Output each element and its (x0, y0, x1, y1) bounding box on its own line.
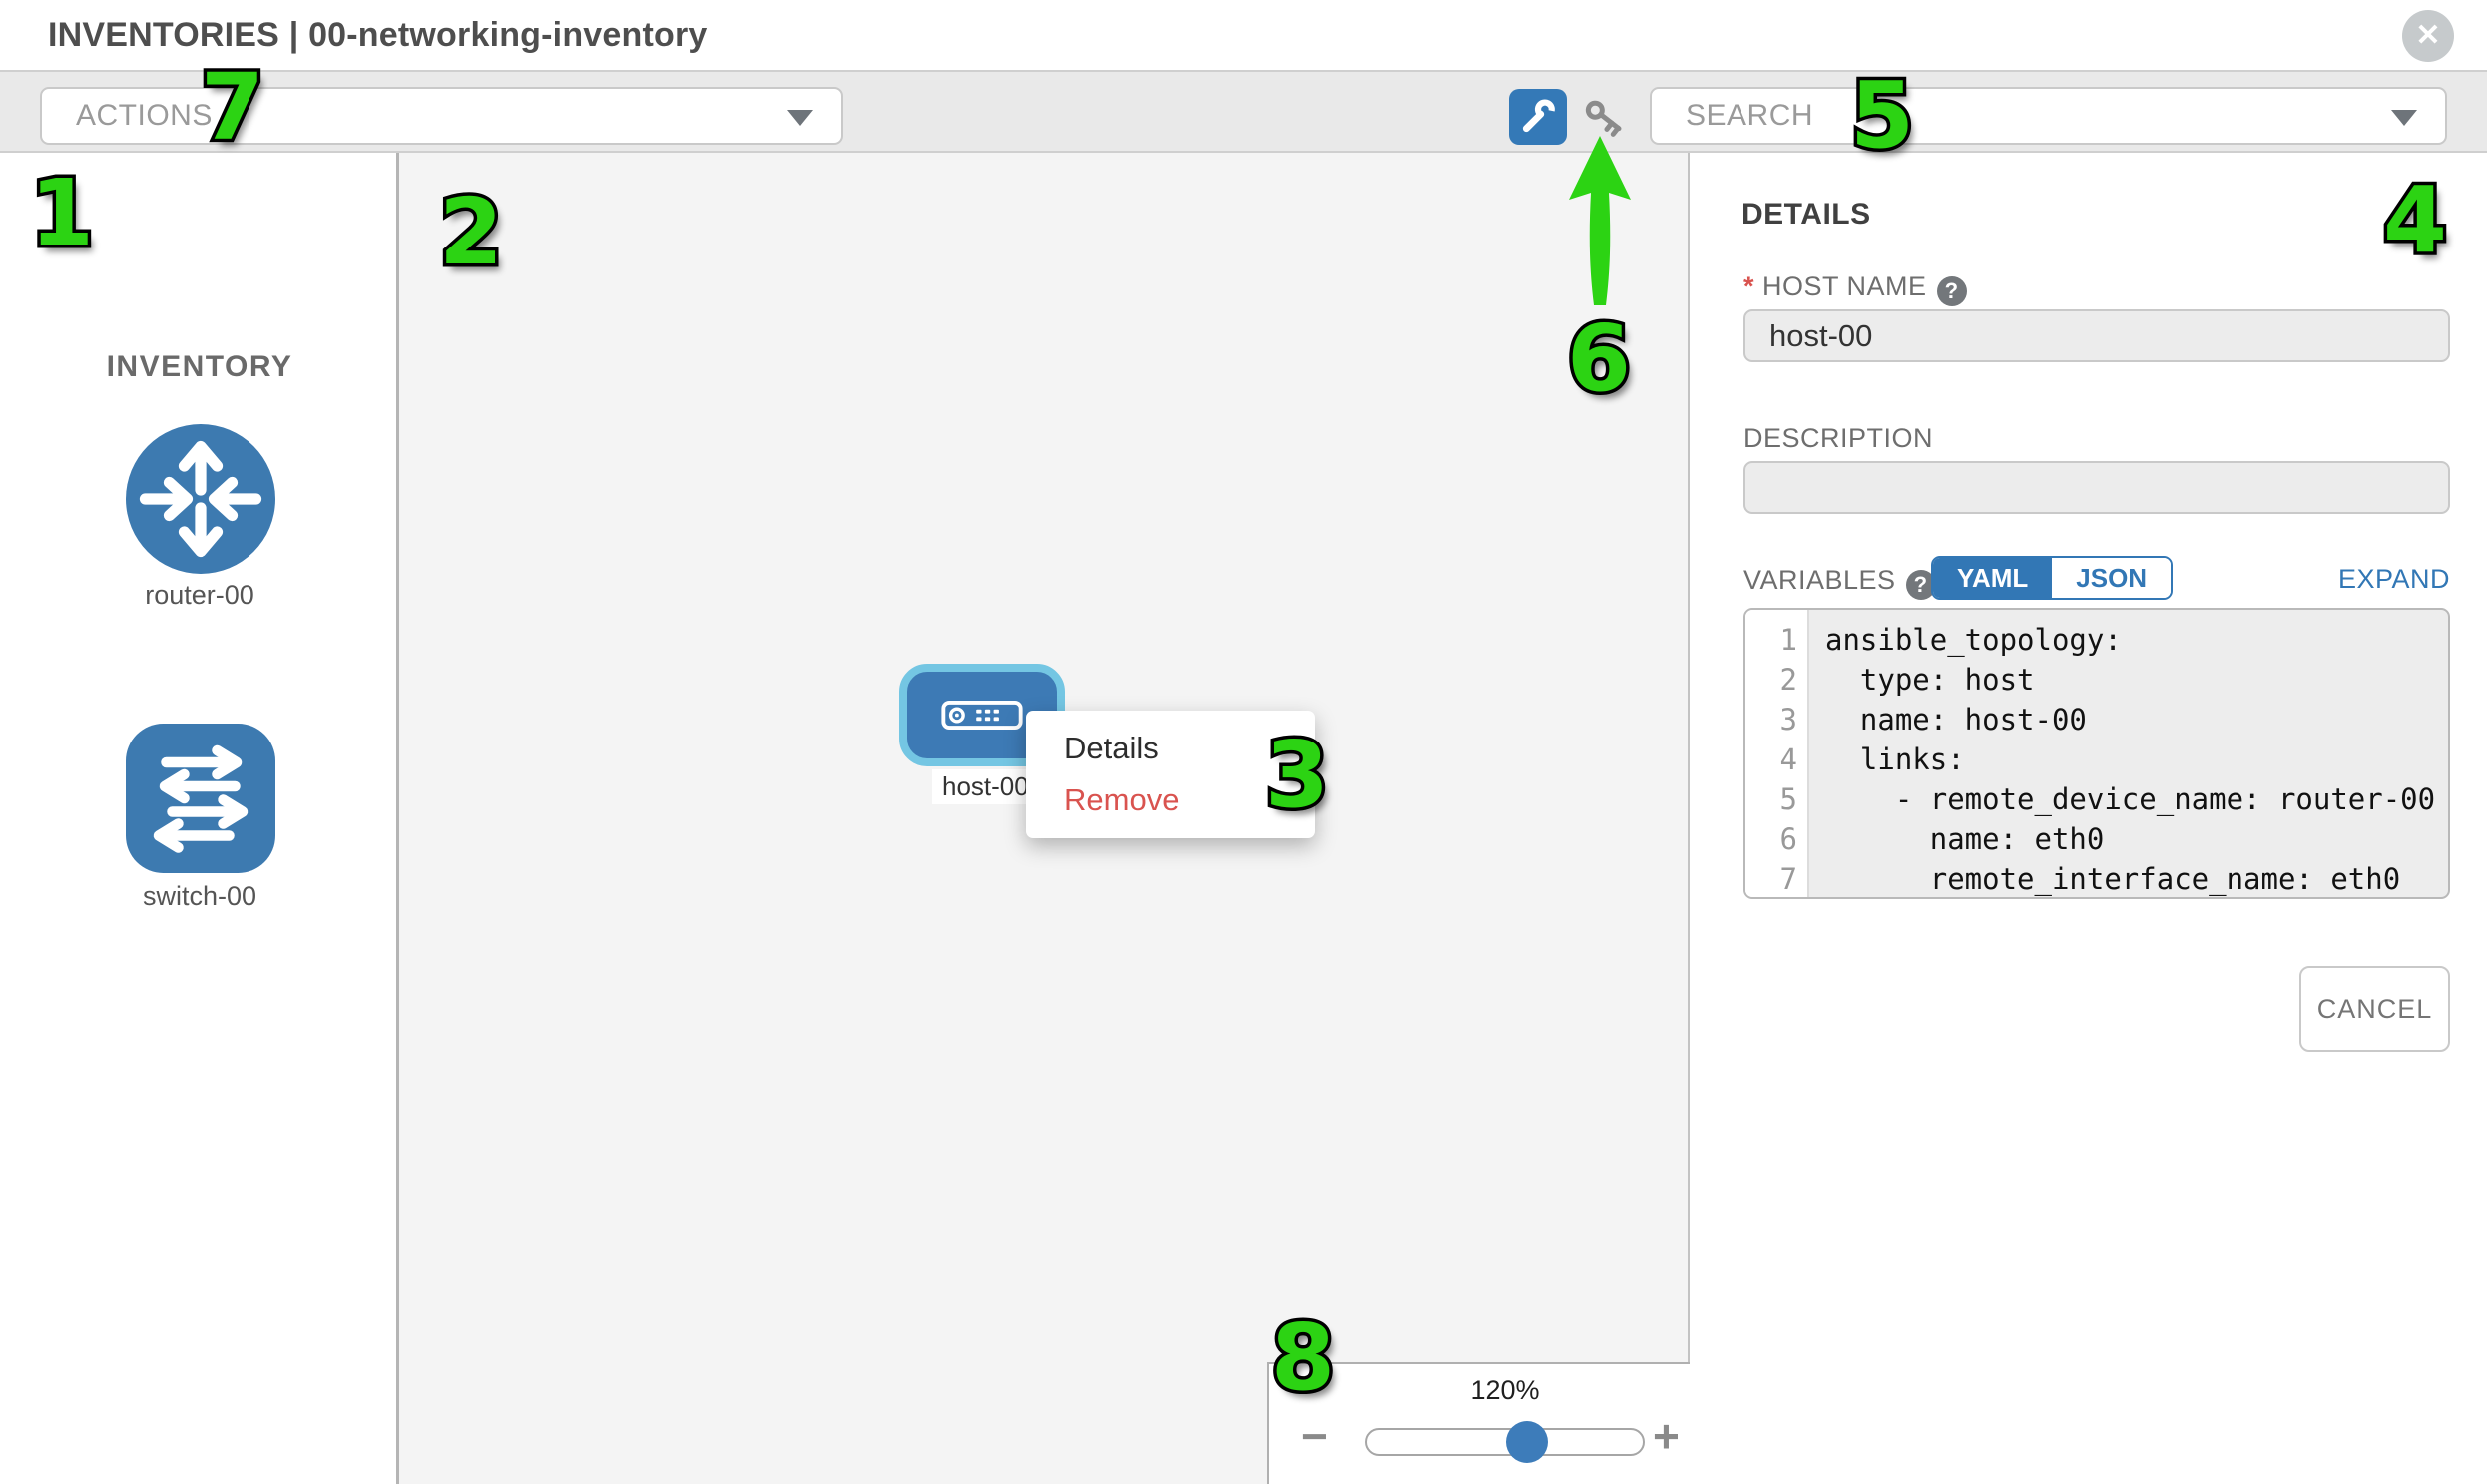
required-asterisk: * (1743, 271, 1754, 301)
key-icon (1580, 93, 1628, 141)
menu-item-details[interactable]: Details (1026, 723, 1315, 774)
actions-dropdown[interactable]: ACTIONS (40, 87, 843, 145)
zoom-in-button[interactable]: + (1653, 1413, 1680, 1459)
page-title: INVENTORIES | 00-networking-inventory (48, 16, 708, 55)
app-window: INVENTORIES | 00-networking-inventory ✕ … (0, 0, 2487, 1484)
router-icon (126, 424, 275, 574)
host-name-input[interactable] (1743, 309, 2450, 362)
header-bar: INVENTORIES | 00-networking-inventory ✕ (0, 0, 2487, 70)
key-button[interactable] (1580, 93, 1628, 141)
actions-placeholder: ACTIONS (76, 99, 213, 133)
code-line: remote_interface_name: eth0 (1825, 859, 2448, 899)
line-number: 4 (1745, 740, 1807, 779)
code-line: - remote_device_name: router-00 (1825, 779, 2448, 819)
zoom-slider-track[interactable] (1365, 1428, 1645, 1456)
line-number: 3 (1745, 700, 1807, 740)
menu-item-remove[interactable]: Remove (1026, 774, 1315, 826)
zoom-level: 120% (1385, 1375, 1625, 1406)
line-number: 7 (1745, 859, 1807, 899)
details-panel: DETAILS *HOST NAME? DESCRIPTION VARIABLE… (1692, 153, 2487, 1484)
zoom-slider-thumb[interactable] (1506, 1421, 1548, 1463)
code-line: name: eth0 (1825, 819, 2448, 859)
close-button[interactable]: ✕ (2402, 10, 2454, 62)
variables-format-toggle: YAML JSON (1931, 556, 2173, 600)
chevron-down-icon (787, 110, 813, 126)
description-input[interactable] (1743, 461, 2450, 514)
help-icon[interactable]: ? (1937, 276, 1967, 306)
inventory-sidebar: INVENTORY router-00 (0, 153, 399, 1484)
host-node-label: host-00 (932, 769, 1039, 804)
sidebar-item-router[interactable] (126, 424, 275, 579)
search-dropdown[interactable]: SEARCH (1650, 87, 2447, 145)
tools-button[interactable] (1509, 89, 1567, 145)
tab-yaml[interactable]: YAML (1933, 558, 2052, 598)
code-line: type: host (1825, 660, 2448, 700)
host-icon (941, 701, 1023, 730)
close-icon: ✕ (2415, 21, 2440, 51)
expand-link[interactable]: EXPAND (2300, 564, 2450, 595)
inventory-heading: INVENTORY (0, 350, 399, 384)
code-line: links: (1825, 740, 2448, 779)
wrench-icon (1516, 95, 1560, 139)
zoom-out-button[interactable]: − (1301, 1413, 1328, 1459)
host-name-label: *HOST NAME? (1743, 271, 1967, 306)
line-number: 2 (1745, 660, 1807, 700)
code-line: ansible_topology: (1825, 620, 2448, 660)
search-placeholder: SEARCH (1686, 99, 1813, 133)
context-menu: Details Remove (1026, 711, 1315, 838)
tab-json[interactable]: JSON (2052, 558, 2171, 598)
variables-label: VARIABLES? (1743, 565, 1936, 600)
sidebar-item-label: router-00 (50, 580, 349, 611)
editor-gutter: 1 2 3 4 5 6 7 (1745, 610, 1809, 897)
chevron-down-icon (2391, 110, 2417, 126)
cancel-button[interactable]: CANCEL (2299, 966, 2450, 1052)
variables-editor: 1 2 3 4 5 6 7 ansible_topology: type: ho… (1743, 608, 2450, 899)
sidebar-item-switch[interactable] (126, 724, 275, 878)
toolbar: ACTIONS SEARCH (0, 70, 2487, 153)
details-panel-heading: DETAILS (1741, 198, 1871, 232)
code-line: name: host-00 (1825, 700, 2448, 740)
line-number: 1 (1745, 620, 1807, 660)
code-area[interactable]: ansible_topology: type: host name: host-… (1809, 610, 2448, 897)
description-label: DESCRIPTION (1743, 423, 1933, 454)
sidebar-item-label: switch-00 (50, 881, 349, 912)
line-number: 5 (1745, 779, 1807, 819)
line-number: 6 (1745, 819, 1807, 859)
switch-icon (126, 724, 275, 873)
